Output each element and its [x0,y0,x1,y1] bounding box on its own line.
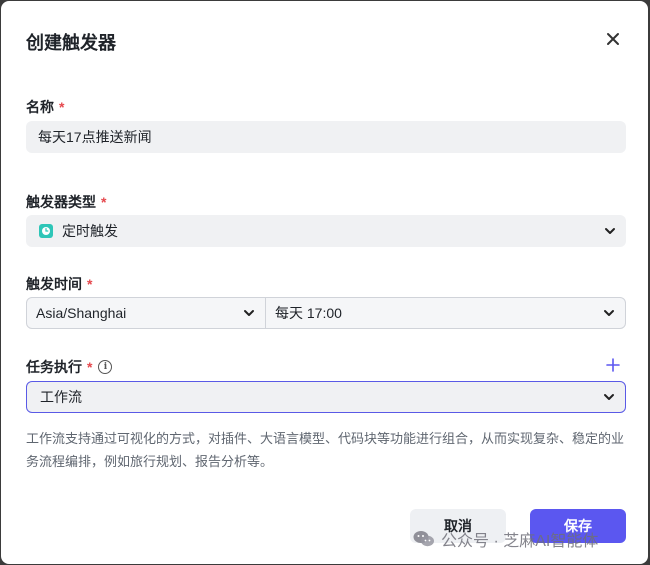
name-label: 名称 * [26,97,64,117]
required-mark: * [87,359,93,375]
task-select[interactable]: 工作流 [26,381,626,413]
info-icon[interactable]: i [98,360,113,374]
name-label-text: 名称 [26,99,54,115]
task-label-text: 任务执行 [26,359,82,375]
watermark: 公众号 · 芝麻AI智能体 [413,528,598,550]
watermark-text: 公众号 · 芝麻AI智能体 [441,533,599,550]
timezone-value: Asia/Shanghai [36,305,127,321]
wechat-icon [413,531,434,547]
close-icon[interactable] [601,27,625,51]
dialog-title: 创建触发器 [26,33,116,53]
required-mark: * [59,99,65,115]
trigger-time-label: 触发时间 * [26,274,92,294]
trigger-time-label-text: 触发时间 [26,276,82,292]
chevron-down-icon [244,310,254,316]
chevron-down-icon [605,228,615,234]
trigger-type-select[interactable]: 定时触发 [26,215,626,247]
clock-icon [39,224,53,238]
trigger-type-value: 定时触发 [62,223,118,239]
name-input-value: 每天17点推送新闻 [38,129,152,145]
task-label: 任务执行 * i [26,357,113,377]
chevron-down-icon [604,310,614,316]
create-trigger-dialog: 创建触发器 名称 * 每天17点推送新闻 触发器类型 * 定时触发 触发时间 * [1,1,648,564]
schedule-value: 每天 17:00 [275,305,342,321]
name-input[interactable]: 每天17点推送新闻 [26,121,626,153]
task-description: 工作流支持通过可视化的方式，对插件、大语言模型、代码块等功能进行组合，从而实现复… [26,431,625,469]
add-task-icon[interactable] [605,357,621,373]
required-mark: * [101,194,107,210]
timezone-select[interactable]: Asia/Shanghai [26,297,266,329]
task-value: 工作流 [40,389,82,405]
chevron-down-icon [604,394,614,400]
trigger-type-label: 触发器类型 * [26,192,106,212]
trigger-type-label-text: 触发器类型 [26,194,96,210]
required-mark: * [87,276,93,292]
schedule-select[interactable]: 每天 17:00 [265,297,626,329]
